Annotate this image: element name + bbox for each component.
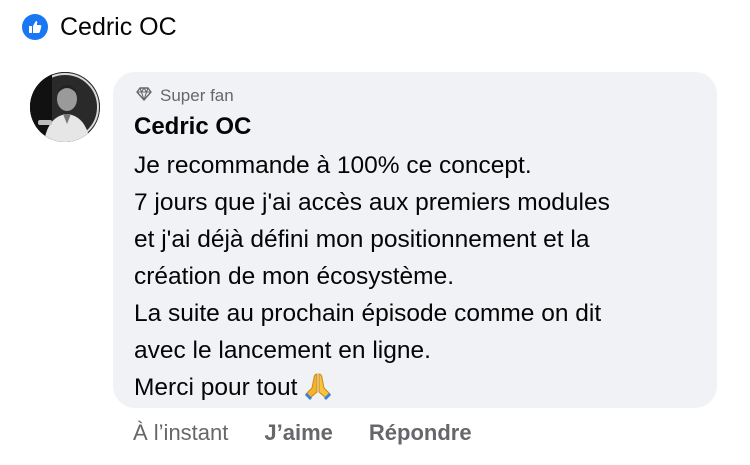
diamond-icon: [136, 86, 152, 106]
comment-author[interactable]: Cedric OC: [134, 113, 251, 141]
avatar[interactable]: [30, 72, 100, 142]
thumbs-up-icon: [22, 14, 48, 40]
comment-line: avec le lancement en ligne.: [134, 337, 431, 364]
comment-text: Je recommande à 100% ce concept. 7 jours…: [134, 147, 709, 412]
comment-header: Cedric OC: [22, 12, 177, 42]
comment-line: Je recommande à 100% ce concept.: [134, 152, 532, 179]
comment-line-last: Merci pour tout: [134, 369, 709, 412]
badge-label: Super fan: [160, 86, 234, 105]
comment-line: et j'ai déjà défini mon positionnement e…: [134, 226, 590, 253]
reply-button[interactable]: Répondre: [369, 420, 472, 446]
folded-hands-icon: [303, 371, 333, 412]
super-fan-badge: Super fan: [136, 86, 234, 106]
comment-actions: À l’instant J’aime Répondre: [133, 420, 472, 446]
comment-bubble: Super fan Cedric OC Je recommande à 100%…: [113, 72, 717, 408]
comment-line: 7 jours que j'ai accès aux premiers modu…: [134, 189, 610, 216]
like-button[interactable]: J’aime: [264, 420, 333, 446]
comment-line-text: Merci pour tout: [134, 374, 298, 401]
comment-line: création de mon écosystème.: [134, 263, 455, 290]
comment-line: La suite au prochain épisode comme on di…: [134, 300, 602, 327]
header-name[interactable]: Cedric OC: [60, 13, 177, 42]
timestamp[interactable]: À l’instant: [133, 420, 228, 446]
